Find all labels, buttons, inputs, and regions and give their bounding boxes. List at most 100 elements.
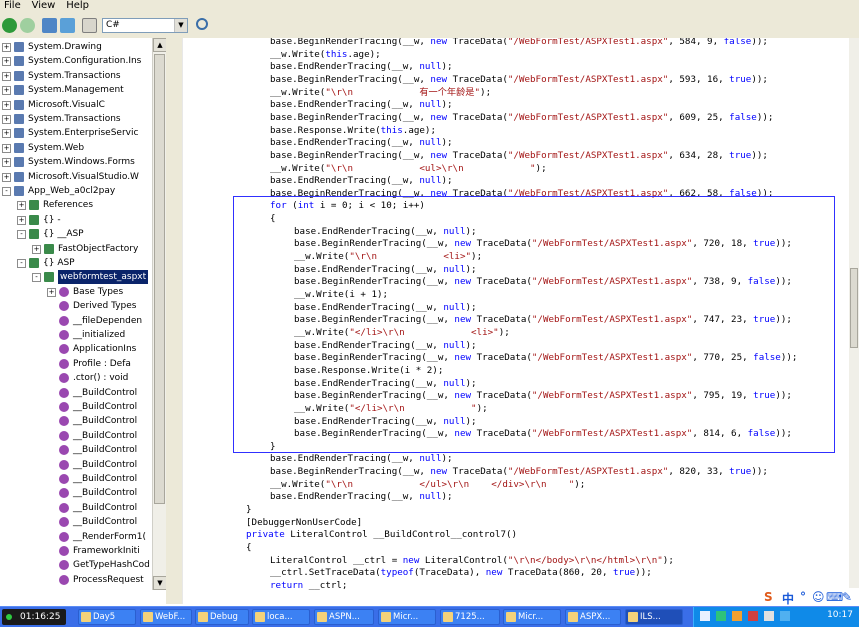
taskbar-button[interactable]: Debug (195, 609, 249, 625)
tray-ime-icon[interactable] (716, 611, 726, 621)
back-icon[interactable] (2, 18, 17, 33)
tree-scroll-thumb[interactable] (154, 54, 165, 504)
taskbar-button[interactable]: Day5 (78, 609, 136, 625)
tray-volume-icon[interactable] (732, 611, 742, 621)
menu-file[interactable]: File (0, 0, 25, 12)
expand-icon[interactable]: + (2, 57, 11, 67)
code-text: )); (780, 352, 798, 364)
code-line: __w.Write("</li>\r\n "); (294, 403, 488, 415)
menu-help[interactable]: Help (62, 0, 93, 12)
taskbar-button[interactable]: ASPX... (565, 609, 621, 625)
expand-icon[interactable]: + (2, 158, 11, 168)
menu-view[interactable]: View (28, 0, 60, 12)
code-line: __w.Write(i + 1); (294, 289, 388, 301)
taskbar-button-label: Debug (210, 612, 238, 622)
code-keyword: null (419, 453, 442, 465)
code-scroll-thumb[interactable] (850, 268, 858, 348)
tree-node-icon (14, 171, 24, 182)
code-text: base.EndRenderTracing(__w, (294, 339, 444, 351)
code-text: i = 0; i < 10; i++) (314, 200, 425, 212)
expand-icon[interactable]: + (2, 100, 11, 110)
emoji-icon[interactable]: ☺ (812, 590, 825, 604)
scroll-up-icon[interactable]: ▲ (153, 38, 167, 52)
expand-icon[interactable]: + (2, 129, 11, 139)
keyboard-icon[interactable]: ⌨ (826, 590, 843, 604)
expand-icon[interactable]: + (2, 143, 11, 153)
tray-security-icon[interactable] (748, 611, 758, 621)
tray-display-icon[interactable] (780, 611, 790, 621)
ime-mode-label[interactable]: 中 (782, 590, 794, 607)
code-line: base.BeginRenderTracing(__w, new TraceDa… (270, 150, 768, 162)
chevron-down-icon[interactable]: ▼ (174, 19, 187, 32)
code-text: LiteralControl( (419, 554, 508, 566)
expand-icon[interactable]: + (2, 172, 11, 182)
code-string: "\r\n</body>\r\n</html>\r\n" (507, 554, 663, 566)
taskbar-button[interactable]: Micr... (503, 609, 561, 625)
panel-splitter[interactable] (166, 38, 182, 604)
refresh-icon[interactable] (60, 18, 75, 33)
taskbar-button[interactable]: 7125... (440, 609, 500, 625)
expand-icon[interactable]: + (17, 215, 26, 225)
scroll-down-icon[interactable]: ▼ (153, 576, 167, 590)
expand-icon[interactable]: + (2, 43, 11, 52)
assembly-tree[interactable]: + System.Drawing + System.Configuration.Ins… (0, 38, 152, 590)
code-text: ); (662, 554, 674, 566)
tree-item-label: __BuildControl (73, 488, 138, 499)
code-line: [DebuggerNonUserCode] (246, 517, 362, 529)
collapse-icon[interactable]: - (17, 230, 26, 240)
taskbar-button[interactable]: ILS... (625, 609, 683, 625)
collapse-icon[interactable]: - (32, 273, 41, 283)
tree-scrollbar[interactable]: ▲ ▼ (152, 38, 167, 590)
taskbar-button[interactable]: WebF... (140, 609, 192, 625)
code-keyword: true (753, 238, 776, 250)
code-string: "/WebFormTest/ASPXTest1.aspx" (531, 314, 693, 326)
code-string: "\r\n <li>" (349, 251, 472, 263)
expand-icon[interactable]: + (2, 71, 11, 81)
settings-icon[interactable]: ✎ (842, 590, 852, 604)
tree-node-icon (59, 502, 69, 513)
tree-item-label: __RenderForm1( (73, 531, 146, 542)
code-line: base.BeginRenderTracing(__w, new TraceDa… (294, 314, 792, 326)
tray-app-icon[interactable] (764, 611, 774, 621)
taskbar-button[interactable]: ASPN... (314, 609, 374, 625)
tray-network-icon[interactable] (700, 611, 710, 621)
expand-icon[interactable]: + (47, 287, 56, 297)
code-line: __ctrl.SetTraceData(typeof(TraceData), n… (270, 567, 652, 579)
collapse-icon[interactable]: - (17, 259, 26, 268)
tree-item-label: __BuildControl (73, 416, 138, 427)
code-text: base.BeginRenderTracing(__w, (270, 111, 431, 123)
system-clock[interactable]: 10:17 (827, 610, 853, 620)
sogou-icon[interactable]: S (764, 590, 773, 604)
tree-item-label: System.Transactions (28, 114, 121, 124)
code-view[interactable]: base.BeginRenderTracing(__w, new TraceDa… (188, 38, 849, 594)
language-select[interactable]: C# ▼ (102, 18, 188, 33)
expand-icon[interactable]: + (32, 244, 41, 254)
forward-icon[interactable] (20, 18, 35, 33)
tree-item-label: References (43, 200, 94, 211)
open-icon[interactable] (42, 18, 57, 33)
collapse-icon[interactable]: - (2, 187, 11, 196)
punctuation-icon[interactable]: ° (800, 590, 806, 604)
code-scrollbar[interactable] (849, 38, 859, 594)
code-line: base.Response.Write(i * 2); (294, 365, 443, 377)
search-icon[interactable] (196, 18, 208, 30)
taskbar-button[interactable]: Micr... (378, 609, 436, 625)
expand-icon[interactable]: + (2, 86, 11, 96)
app-icon (443, 612, 453, 622)
taskbar-button-label: Day5 (93, 612, 116, 622)
tree-item-label: __BuildControl (73, 474, 138, 484)
expand-icon[interactable]: + (2, 115, 11, 124)
code-keyword: false (753, 352, 781, 364)
tree-item-label: ProcessRequest (73, 574, 144, 585)
code-keyword: null (443, 301, 466, 313)
code-text: TraceData( (471, 352, 532, 364)
tree-node-icon (14, 70, 24, 81)
expand-icon[interactable]: + (17, 201, 26, 211)
code-keyword: null (443, 263, 466, 275)
toggle-view-icon[interactable] (82, 18, 97, 33)
code-keyword: false (729, 187, 757, 199)
code-text: base.EndRenderTracing(__w, (270, 137, 420, 149)
taskbar-button[interactable]: loca... (252, 609, 310, 625)
tree-node-icon (29, 229, 39, 240)
tree-item-label: Base Types (73, 286, 124, 297)
